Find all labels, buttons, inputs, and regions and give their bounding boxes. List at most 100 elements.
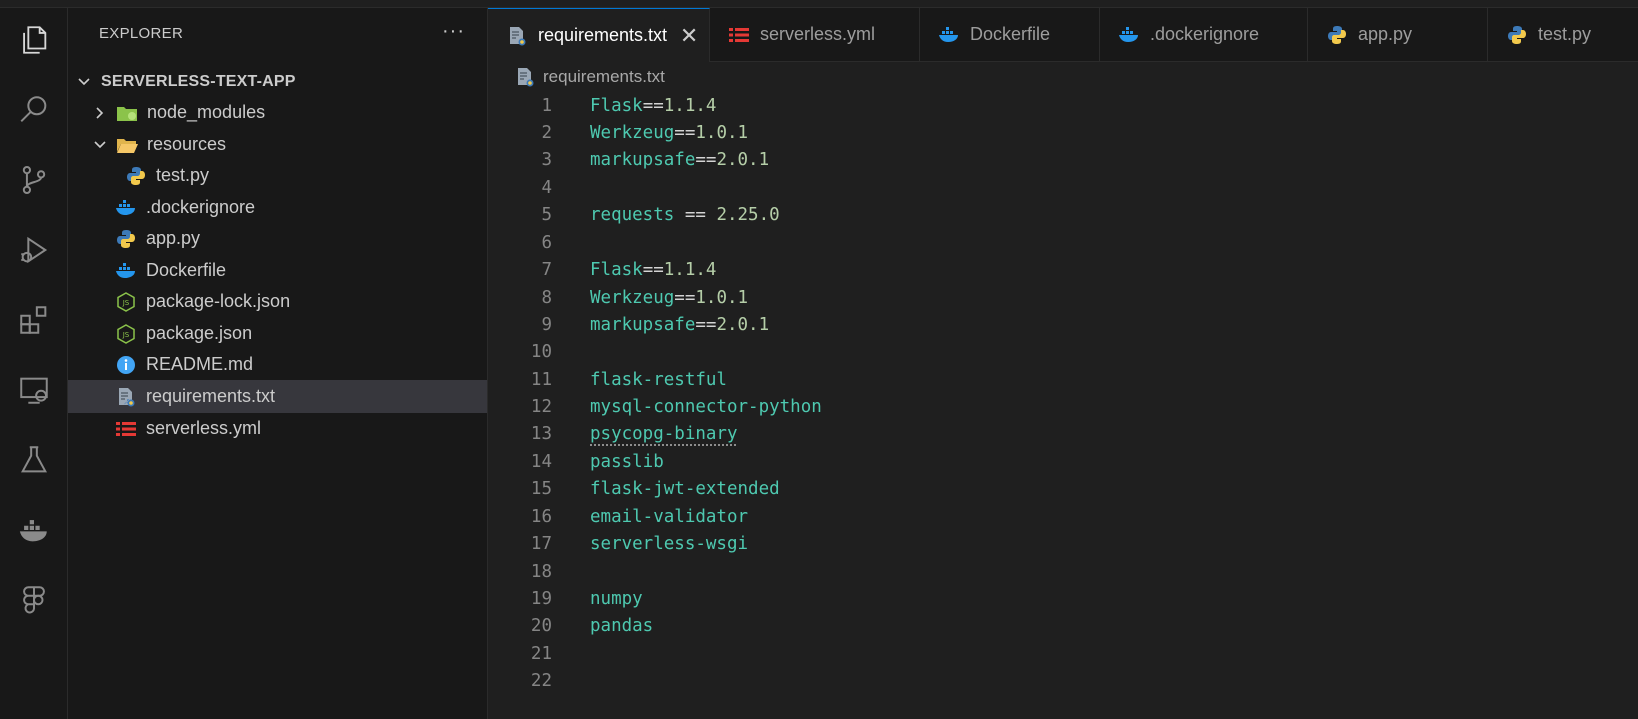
tab-serverless-yml[interactable]: serverless.yml (710, 8, 920, 61)
tree-item-package-json[interactable]: JS package.json (68, 317, 487, 350)
explorer-icon[interactable] (14, 20, 54, 60)
line-number: 4 (541, 178, 552, 198)
package-name: markupsafe (590, 315, 696, 335)
serverless-icon (728, 24, 750, 46)
package-name: Werkzeug (590, 288, 675, 308)
docker-icon[interactable] (14, 510, 54, 550)
tab-label: .dockerignore (1150, 24, 1260, 44)
operator: == (674, 123, 696, 143)
breadcrumb-file[interactable]: requirements.txt (543, 67, 665, 87)
code-line: 2 Werkzeug==1.0.1 (488, 119, 1638, 147)
operator: == (674, 288, 696, 308)
line-number: 18 (530, 562, 552, 582)
tree-item-node-modules[interactable]: node_modules (68, 96, 487, 129)
line-number: 19 (530, 589, 552, 609)
tree-item-requirements-txt[interactable]: requirements.txt (68, 380, 487, 413)
remote-explorer-icon[interactable] (14, 370, 54, 410)
line-number: 3 (541, 150, 552, 170)
extensions-icon[interactable] (14, 300, 54, 340)
package-name: markupsafe (590, 150, 696, 170)
python-icon (125, 166, 147, 186)
version: 1.1.4 (663, 260, 717, 280)
docker-icon (115, 198, 137, 218)
tree-item-label: test.py (156, 165, 210, 185)
line-number: 6 (541, 233, 552, 253)
tree-item-test-py[interactable]: test.py (68, 159, 487, 192)
package-name: Flask (590, 260, 643, 280)
package-name: mysql-connector-python (590, 397, 822, 417)
line-number: 7 (541, 260, 552, 280)
operator: == (695, 315, 717, 335)
tree-item-label: resources (147, 134, 227, 154)
code-line: 6 (488, 229, 1638, 257)
tab-app-py[interactable]: app.py (1308, 8, 1488, 61)
source-control-icon[interactable] (14, 160, 54, 200)
code-line: 20 pandas (488, 612, 1638, 640)
testing-icon[interactable] (14, 440, 54, 480)
tree-item-package-lock-json[interactable]: JS package-lock.json (68, 285, 487, 318)
tree-item-app-py[interactable]: app.py (68, 222, 487, 255)
package-name: serverless-wsgi (590, 534, 749, 554)
code-line: 19 numpy (488, 585, 1638, 613)
package-name: passlib (590, 452, 664, 472)
package-name: requests (590, 205, 675, 225)
line-number: 16 (530, 507, 552, 527)
line-number: 5 (541, 205, 552, 225)
docker-icon (1118, 24, 1140, 46)
workspace-root[interactable]: SERVERLESS-TEXT-APP (68, 65, 487, 98)
line-number: 14 (530, 452, 552, 472)
run-debug-icon[interactable] (14, 230, 54, 270)
chevron-down-icon (92, 137, 108, 153)
code-line: 17 serverless-wsgi (488, 530, 1638, 558)
code-line: 3 markupsafe==2.0.1 (488, 146, 1638, 174)
close-icon[interactable]: ✕ (679, 23, 699, 48)
requirements-file-icon (506, 25, 528, 47)
code-line: 22 (488, 667, 1638, 695)
explorer-sidebar: EXPLORER ··· SERVERLESS-TEXT-APP node_mo… (68, 8, 488, 719)
code-line: 10 (488, 338, 1638, 366)
tree-item-label: package.json (146, 323, 253, 343)
code-line: 8 Werkzeug==1.0.1 (488, 284, 1638, 312)
python-icon (1326, 24, 1348, 46)
tree-item-dockerignore[interactable]: .dockerignore (68, 191, 487, 224)
package-name: numpy (590, 589, 643, 609)
line-number: 10 (530, 342, 552, 362)
version: 2.0.1 (716, 150, 770, 170)
version: 1.0.1 (695, 288, 749, 308)
tree-item-readme[interactable]: README.md (68, 348, 487, 381)
tab-dockerignore[interactable]: .dockerignore (1100, 8, 1308, 61)
docker-icon (938, 24, 960, 46)
editor-tabs: requirements.txt ✕ serverless.yml Docker… (488, 8, 1638, 62)
line-number: 8 (541, 288, 552, 308)
tab-test-py[interactable]: test.py (1488, 8, 1638, 61)
tree-item-label: node_modules (147, 102, 266, 122)
chevron-down-icon (76, 74, 92, 90)
breadcrumb[interactable]: requirements.txt (515, 62, 665, 92)
code-line: 9 markupsafe==2.0.1 (488, 311, 1638, 339)
line-number: 21 (530, 644, 552, 664)
tab-requirements-txt[interactable]: requirements.txt ✕ (488, 8, 710, 62)
workspace-root-label: SERVERLESS-TEXT-APP (101, 72, 296, 90)
version: 2.0.1 (716, 315, 770, 335)
figma-icon[interactable] (14, 580, 54, 620)
package-name: psycopg-binary (590, 424, 738, 444)
version: 2.25.0 (716, 205, 780, 225)
package-name: Flask (590, 96, 643, 116)
tree-item-dockerfile[interactable]: Dockerfile (68, 254, 487, 287)
operator: == (674, 205, 717, 225)
tab-dockerfile[interactable]: Dockerfile (920, 8, 1100, 61)
search-icon[interactable] (14, 90, 54, 130)
tree-item-serverless-yml[interactable]: serverless.yml (68, 412, 487, 445)
more-actions-icon[interactable]: ··· (442, 20, 465, 43)
svg-text:JS: JS (122, 331, 130, 339)
tab-label: app.py (1358, 24, 1413, 44)
tree-item-label: serverless.yml (146, 418, 262, 438)
title-bar-edge (0, 0, 1638, 8)
chevron-right-icon (92, 105, 108, 121)
code-line: 15 flask-jwt-extended (488, 475, 1638, 503)
code-line: 4 (488, 174, 1638, 202)
tree-item-resources[interactable]: resources (68, 128, 487, 161)
svg-text:JS: JS (122, 299, 130, 307)
line-number: 11 (530, 370, 552, 390)
code-editor[interactable]: 1 Flask==1.1.4 2 Werkzeug==1.0.1 3 markupsa… (488, 92, 1638, 719)
